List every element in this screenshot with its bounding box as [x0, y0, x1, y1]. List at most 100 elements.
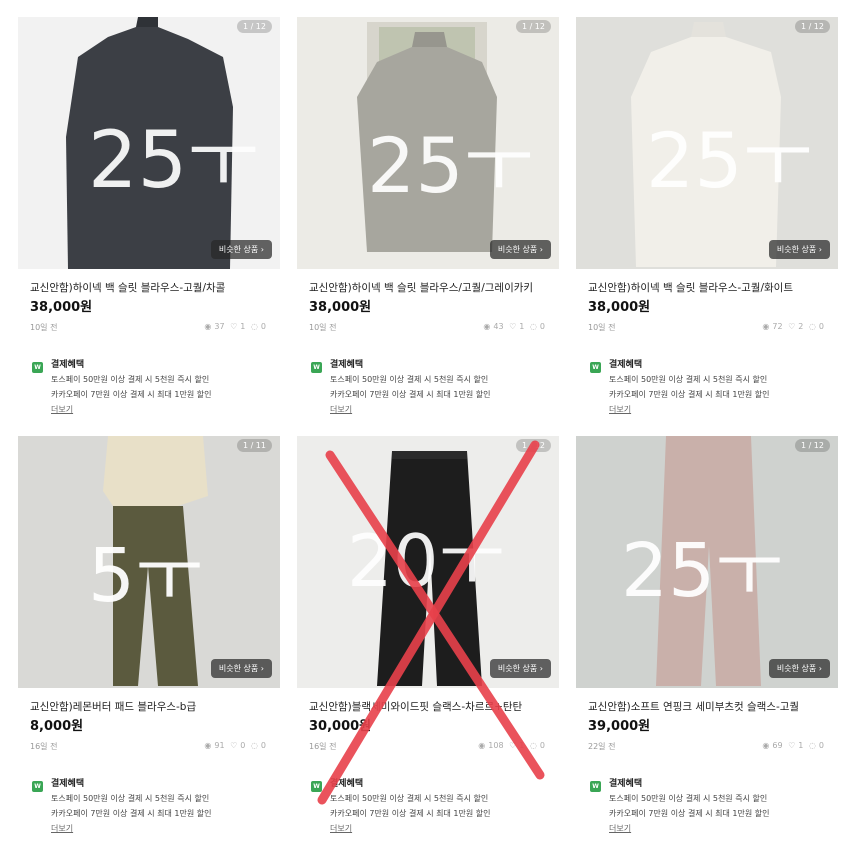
chat-count: 0	[539, 322, 545, 331]
product-image: 25ㅜ	[18, 17, 280, 269]
product-card[interactable]: 25ㅜ 1 / 12 비슷한 상품 › 교신안함)하이넥 백 슬릿 블라우스-고…	[18, 17, 280, 427]
payment-benefit-icon: W	[32, 781, 43, 792]
similar-items-button[interactable]: 비슷한 상품 ›	[210, 659, 272, 678]
product-price: 39,000원	[588, 719, 651, 734]
product-card[interactable]: 25ㅜ 1 / 12 비슷한 상품 › 교신안함)하이넥 백 슬릿 블라우스/고…	[297, 17, 559, 427]
product-card[interactable]: 25ㅜ 1 / 12 비슷한 상품 › 교신안함)소프트 연핑크 세미부츠컷 슬…	[576, 436, 838, 846]
benefit-title: 결제혜택	[609, 360, 643, 370]
product-title[interactable]: 교신안함)소프트 연핑크 세미부츠컷 슬랙스-고퀄	[588, 699, 833, 714]
benefit-line-kakao: 카카오페이 7만원 이상 결제 시 최대 1만원 할인	[51, 390, 212, 399]
like-count: 1	[240, 322, 246, 331]
benefit-line-toss: 토스페이 50만원 이상 결제 시 5천원 즉시 할인	[609, 375, 768, 384]
benefit-line-toss: 토스페이 50만원 이상 결제 시 5천원 즉시 할인	[609, 794, 768, 803]
benefit-title: 결제혜택	[51, 360, 85, 370]
posted-time: 10일 전	[30, 323, 58, 332]
posted-time: 10일 전	[588, 323, 616, 332]
product-image: 5ㅜ	[18, 436, 280, 688]
view-count: 108	[488, 741, 504, 750]
like-count: 1	[798, 741, 804, 750]
benefit-title: 결제혜택	[330, 779, 364, 789]
chat-icon: ◌	[808, 322, 816, 331]
eye-icon: ◉	[483, 322, 491, 331]
benefit-line-kakao: 카카오페이 7만원 이상 결제 시 최대 1만원 할인	[51, 809, 212, 818]
more-link[interactable]: 더보기	[609, 404, 631, 415]
price-handwriting: 25ㅜ	[88, 116, 259, 206]
product-card[interactable]: 20ㅜ 1 / 12 비슷한 상품 › 교신안함)블랙세미와이드핏 슬랙스-차르…	[297, 436, 559, 846]
more-link[interactable]: 더보기	[51, 823, 73, 834]
payment-benefit-icon: W	[311, 362, 322, 373]
price-handwriting: 5ㅜ	[88, 533, 203, 619]
product-stats: ◉ 108 ♡ 1 ◌ 0	[475, 741, 545, 750]
more-link[interactable]: 더보기	[330, 404, 352, 415]
product-image: 20ㅜ	[297, 436, 559, 688]
product-title[interactable]: 교신안함)하이넥 백 슬릿 블라우스-고퀄/차콜	[30, 280, 275, 295]
posted-time: 10일 전	[309, 323, 337, 332]
product-photo[interactable]: 25ㅜ 1 / 12 비슷한 상품 ›	[18, 17, 280, 269]
chat-icon: ◌	[529, 741, 537, 750]
chat-icon: ◌	[250, 322, 258, 331]
product-photo[interactable]: 25ㅜ 1 / 12 비슷한 상품 ›	[576, 436, 838, 688]
chat-count: 0	[260, 322, 266, 331]
product-price: 30,000원	[309, 719, 372, 734]
chat-count: 0	[818, 322, 824, 331]
benefit-line-toss: 토스페이 50만원 이상 결제 시 5천원 즉시 할인	[51, 375, 210, 384]
eye-icon: ◉	[762, 322, 770, 331]
similar-items-button[interactable]: 비슷한 상품 ›	[489, 240, 551, 259]
like-count: 0	[240, 741, 246, 750]
heart-icon: ♡	[788, 741, 796, 750]
eye-icon: ◉	[762, 741, 770, 750]
product-title[interactable]: 교신안함)하이넥 백 슬릿 블라우스/고퀄/그레이카키	[309, 280, 554, 295]
product-stats: ◉ 43 ♡ 1 ◌ 0	[480, 322, 545, 331]
similar-items-button[interactable]: 비슷한 상품 ›	[210, 240, 272, 259]
like-count: 2	[798, 322, 804, 331]
chat-count: 0	[260, 741, 266, 750]
chat-icon: ◌	[250, 741, 258, 750]
posted-time: 16일 전	[30, 742, 58, 751]
product-price: 38,000원	[588, 300, 651, 315]
more-link[interactable]: 더보기	[330, 823, 352, 834]
payment-benefit-icon: W	[311, 781, 322, 792]
heart-icon: ♡	[509, 741, 517, 750]
product-grid: 25ㅜ 1 / 12 비슷한 상품 › 교신안함)하이넥 백 슬릿 블라우스-고…	[0, 0, 856, 856]
product-photo[interactable]: 25ㅜ 1 / 12 비슷한 상품 ›	[576, 17, 838, 269]
product-stats: ◉ 69 ♡ 1 ◌ 0	[759, 741, 824, 750]
similar-items-button[interactable]: 비슷한 상품 ›	[768, 240, 830, 259]
price-handwriting: 25ㅜ	[621, 528, 783, 614]
product-photo[interactable]: 25ㅜ 1 / 12 비슷한 상품 ›	[297, 17, 559, 269]
more-link[interactable]: 더보기	[51, 404, 73, 415]
image-counter: 1 / 12	[794, 20, 830, 33]
image-counter: 1 / 11	[236, 439, 272, 452]
price-handwriting: 20ㅜ	[347, 519, 505, 603]
product-stats: ◉ 72 ♡ 2 ◌ 0	[759, 322, 824, 331]
more-link[interactable]: 더보기	[609, 823, 631, 834]
like-count: 1	[519, 322, 525, 331]
benefit-line-toss: 토스페이 50만원 이상 결제 시 5천원 즉시 할인	[330, 794, 489, 803]
posted-time: 22일 전	[588, 742, 616, 751]
view-count: 91	[214, 741, 225, 750]
product-photo[interactable]: 5ㅜ 1 / 11 비슷한 상품 ›	[18, 436, 280, 688]
product-title[interactable]: 교신안함)하이넥 백 슬릿 블라우스-고퀄/화이트	[588, 280, 833, 295]
product-title[interactable]: 교신안함)블랙세미와이드핏 슬랙스-차르르+탄탄	[309, 699, 554, 714]
chat-count: 0	[539, 741, 545, 750]
product-title[interactable]: 교신안함)레몬버터 패드 블라우스-b급	[30, 699, 275, 714]
similar-items-button[interactable]: 비슷한 상품 ›	[489, 659, 551, 678]
product-card[interactable]: 5ㅜ 1 / 11 비슷한 상품 › 교신안함)레몬버터 패드 블라우스-b급 …	[18, 436, 280, 846]
product-price: 38,000원	[309, 300, 372, 315]
similar-items-button[interactable]: 비슷한 상품 ›	[768, 659, 830, 678]
product-image: 25ㅜ	[297, 17, 559, 269]
image-counter: 1 / 12	[515, 439, 551, 452]
benefit-line-kakao: 카카오페이 7만원 이상 결제 시 최대 1만원 할인	[609, 390, 770, 399]
benefit-line-kakao: 카카오페이 7만원 이상 결제 시 최대 1만원 할인	[330, 809, 491, 818]
price-handwriting: 25ㅜ	[646, 116, 813, 205]
benefit-line-toss: 토스페이 50만원 이상 결제 시 5천원 즉시 할인	[51, 794, 210, 803]
eye-icon: ◉	[204, 322, 212, 331]
product-card[interactable]: 25ㅜ 1 / 12 비슷한 상품 › 교신안함)하이넥 백 슬릿 블라우스-고…	[576, 17, 838, 427]
price-handwriting: 25ㅜ	[367, 121, 534, 210]
benefit-title: 결제혜택	[51, 779, 85, 789]
product-price: 8,000원	[30, 719, 84, 734]
product-stats: ◉ 37 ♡ 1 ◌ 0	[201, 322, 266, 331]
heart-icon: ♡	[509, 322, 517, 331]
product-photo[interactable]: 20ㅜ 1 / 12 비슷한 상품 ›	[297, 436, 559, 688]
product-image: 25ㅜ	[576, 17, 838, 269]
chat-icon: ◌	[808, 741, 816, 750]
